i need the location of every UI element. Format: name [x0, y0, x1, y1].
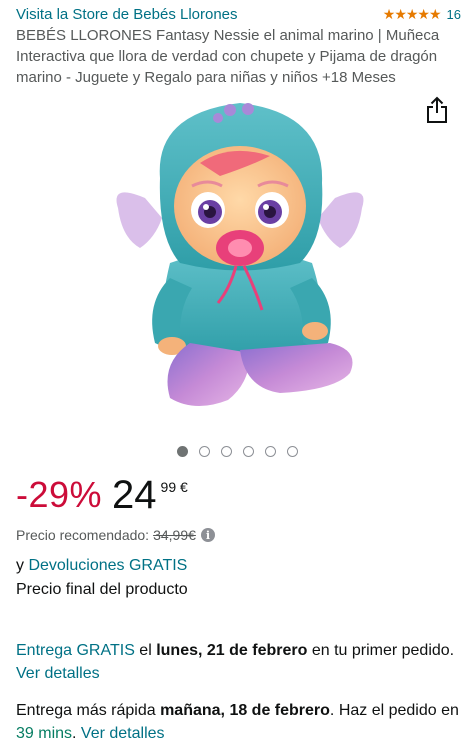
product-title: BEBÉS LLORONES Fantasy Nessie el animal … — [16, 27, 440, 86]
store-row: Visita la Store de Bebés Llorones ★★★★★ … — [16, 4, 461, 24]
doll-image — [116, 103, 364, 407]
fast-delivery-text-1: Entrega más rápida — [16, 702, 161, 719]
discount-percentage: -29% — [16, 474, 103, 515]
delivery-details-link[interactable]: Ver detalles — [16, 665, 100, 682]
final-price-note: Precio final del producto — [16, 581, 188, 598]
recommended-price: Precio recomendado: 34,99€ i — [16, 525, 215, 545]
returns-prefix: y — [16, 557, 29, 574]
star-rating-icon: ★★★★★ — [382, 5, 442, 22]
rating[interactable]: ★★★★★ 16 — [383, 6, 461, 23]
share-icon — [427, 96, 447, 123]
free-returns-link[interactable]: Devoluciones GRATIS — [28, 557, 187, 574]
product-image[interactable] — [100, 88, 380, 423]
order-countdown: 39 mins — [16, 725, 73, 742]
fast-delivery-message: Entrega más rápida mañana, 18 de febrero… — [16, 699, 459, 745]
fast-delivery-text-2: . Haz el pedido en — [329, 702, 459, 719]
carousel-dot[interactable] — [199, 446, 210, 457]
delivery-text-2: en tu primer pedido. — [307, 642, 455, 659]
image-carousel-dots — [0, 446, 475, 457]
rating-count[interactable]: 16 — [447, 7, 461, 22]
delivery-date: lunes, 21 de febrero — [156, 642, 308, 659]
rrp-value: 34,99€ — [153, 527, 196, 543]
price-whole: 24 — [112, 473, 157, 517]
returns-line: y Devoluciones GRATIS — [16, 556, 187, 576]
price-fraction: 99 € — [160, 479, 188, 495]
delivery-text-1: el — [134, 642, 157, 659]
fast-delivery-text-3: . — [72, 725, 81, 742]
share-button[interactable] — [424, 96, 450, 124]
info-icon[interactable]: i — [200, 528, 215, 542]
rrp-label: Precio recomendado: — [16, 527, 150, 543]
carousel-dot[interactable] — [287, 446, 298, 457]
carousel-dot[interactable] — [265, 446, 276, 457]
fast-delivery-details-link[interactable]: Ver detalles — [81, 725, 165, 742]
carousel-dot[interactable] — [243, 446, 254, 457]
fast-delivery-date: mañana, 18 de febrero — [160, 702, 330, 719]
delivery-message: Entrega GRATIS el lunes, 21 de febrero e… — [16, 639, 459, 685]
carousel-dot[interactable] — [221, 446, 232, 457]
carousel-dot[interactable] — [177, 446, 188, 457]
price-row: -29% 24 99 € — [16, 470, 188, 520]
free-delivery-link[interactable]: Entrega GRATIS — [16, 642, 135, 659]
store-link[interactable]: Visita la Store de Bebés Llorones — [16, 6, 238, 23]
